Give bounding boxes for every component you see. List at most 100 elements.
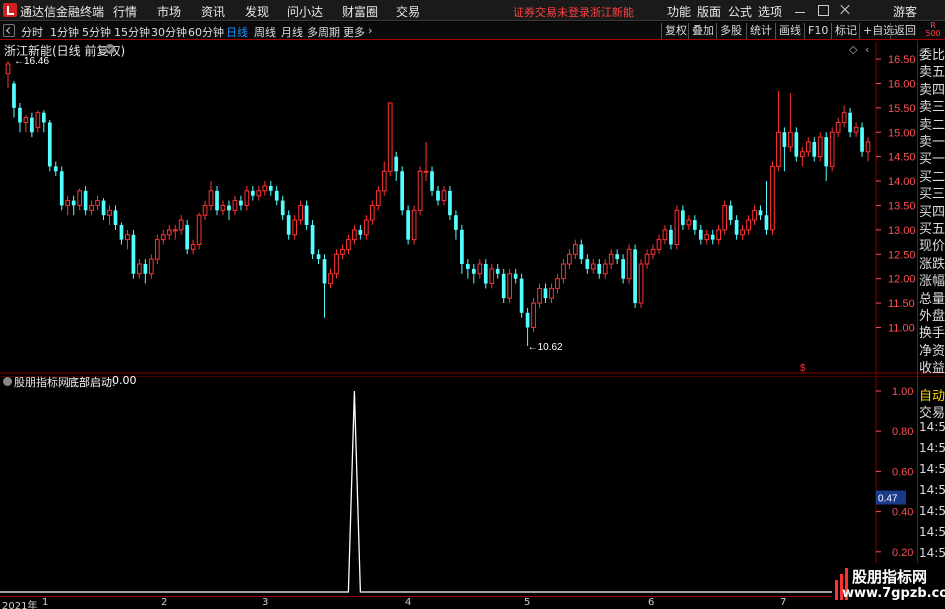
candle-up	[567, 253, 572, 265]
button-back[interactable]: 返回	[890, 23, 919, 39]
candle-up	[829, 131, 835, 167]
quote-label: 涨幅	[919, 274, 945, 290]
candle-up	[423, 170, 429, 173]
candle-up	[555, 278, 560, 289]
minimize-icon[interactable]	[793, 3, 807, 17]
button-stats[interactable]: 统计	[746, 23, 775, 39]
candle-up	[352, 229, 357, 241]
candle-down	[316, 254, 321, 260]
candle-down	[239, 200, 243, 206]
candle-up	[178, 219, 184, 231]
quote-label: 买二	[919, 169, 945, 185]
candle-up	[381, 170, 387, 192]
candle-down	[119, 224, 124, 240]
candle-down	[824, 137, 829, 167]
quote-label: 收益	[919, 361, 945, 377]
collapse-panel-icon[interactable]: ‹	[865, 43, 869, 56]
candle-up	[244, 190, 250, 206]
candle-down	[615, 254, 620, 260]
cursor-value-label: 0.47	[878, 494, 898, 505]
candle-down	[358, 229, 363, 235]
candle-up	[489, 268, 495, 285]
button-multi-stock[interactable]: 多股	[716, 23, 745, 39]
button-draw[interactable]: 画线	[775, 23, 804, 39]
menu-news[interactable]: 资讯	[201, 3, 225, 20]
period-1min[interactable]: 1分钟	[50, 24, 79, 40]
candle-up	[298, 204, 303, 221]
menu-quotes[interactable]: 行情	[113, 3, 137, 20]
candle-up	[770, 165, 775, 231]
period-30min[interactable]: 30分钟	[151, 24, 187, 40]
date-tick: 3	[262, 597, 269, 608]
menu-trade[interactable]: 交易	[396, 3, 420, 20]
candle-up	[256, 190, 262, 197]
candle-down	[83, 190, 88, 211]
menu-function[interactable]: 功能	[667, 3, 691, 20]
period-daily[interactable]: 日线	[226, 24, 248, 40]
indicator-menu-icon[interactable]	[3, 377, 12, 386]
menu-ask[interactable]: 问小达	[287, 3, 323, 20]
candle-down	[621, 259, 625, 279]
collapse-icon[interactable]	[3, 24, 15, 37]
candle-up	[387, 102, 393, 172]
candle-down	[18, 107, 22, 123]
quote-label: 外盘	[919, 309, 945, 324]
candle-up	[196, 214, 202, 245]
menu-layout[interactable]: 版面	[697, 3, 721, 20]
quote-label: 涨跌	[919, 256, 945, 272]
rs-badge[interactable]: R 500	[921, 22, 945, 40]
candle-down	[758, 210, 763, 216]
menu-formula[interactable]: 公式	[728, 3, 752, 20]
trade-label[interactable]: 交易	[919, 402, 945, 421]
guest-label[interactable]: 游客	[893, 3, 917, 20]
close-icon[interactable]	[838, 3, 852, 17]
indicator-tick-label: 1.00	[892, 386, 913, 398]
button-overlay[interactable]: 叠加	[688, 23, 717, 39]
candlestick-chart[interactable]: 16.50 16.00 15.50 15.00 14.50 14.00 13.50 13.00…	[0, 41, 945, 376]
candle-up	[411, 209, 417, 241]
trade-time: 14:56	[919, 462, 945, 476]
candle-down	[728, 205, 733, 221]
candle-down	[59, 171, 64, 206]
button-adjust[interactable]: 复权	[661, 23, 690, 39]
button-mark[interactable]: 标记	[831, 23, 860, 39]
candle-up	[531, 302, 536, 328]
period-weekly[interactable]: 周线	[254, 24, 276, 40]
period-5min[interactable]: 5分钟	[82, 24, 111, 40]
diamond-icon[interactable]: ◇	[849, 43, 857, 56]
trade-time: 14:56	[919, 504, 945, 518]
period-15min[interactable]: 15分钟	[114, 24, 150, 40]
period-timeshare[interactable]: 分时	[21, 24, 43, 40]
period-multi[interactable]: 多周期	[307, 24, 340, 40]
period-more[interactable]: 更多	[343, 24, 365, 40]
trade-time: 14:56	[919, 546, 945, 560]
candle-up	[363, 219, 369, 236]
candle-up	[841, 112, 847, 123]
indicator-tick-label: 0.20	[892, 547, 913, 559]
candle-up	[644, 253, 650, 265]
candle-down	[454, 215, 458, 230]
quote-label: 委比	[919, 48, 945, 63]
period-60min[interactable]: 60分钟	[188, 24, 224, 40]
maximize-icon[interactable]	[816, 3, 830, 17]
menu-options[interactable]: 选项	[758, 3, 782, 20]
chart-menu-icon[interactable]	[105, 44, 115, 54]
candle-up	[865, 141, 871, 153]
menu-market[interactable]: 市场	[157, 3, 181, 20]
menu-discover[interactable]: 发现	[245, 3, 269, 20]
login-status[interactable]: 证券交易未登录	[513, 4, 590, 20]
candle-down	[460, 229, 464, 265]
quote-label: 买一	[919, 152, 945, 168]
candle-down	[633, 249, 637, 304]
period-monthly[interactable]: 月线	[281, 24, 303, 40]
candle-up	[148, 258, 154, 275]
button-f10[interactable]: F10	[804, 23, 831, 39]
more-arrow-icon[interactable]: ›	[368, 24, 372, 37]
candle-up	[507, 273, 513, 299]
indicator-chart[interactable]: 1.00 0.80 0.60 0.40 0.20 0.47	[0, 376, 945, 594]
candle-up	[107, 209, 112, 216]
candle-down	[471, 268, 476, 274]
menu-wealth[interactable]: 财富圈	[342, 3, 378, 20]
candle-up	[722, 204, 728, 231]
indicator-value: 0.00	[112, 374, 137, 387]
